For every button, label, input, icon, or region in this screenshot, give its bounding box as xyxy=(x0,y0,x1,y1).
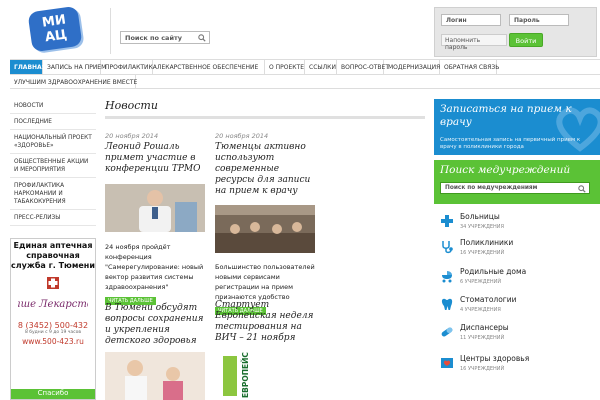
news-thumbnail-doctor[interactable] xyxy=(105,184,205,232)
secondary-nav: Улучшим здравоохранение вместе xyxy=(10,75,600,89)
nav-about[interactable]: О проекте xyxy=(265,60,305,74)
news-headline[interactable]: В Тюмени обсудят вопросы сохранения и ук… xyxy=(105,303,210,347)
remind-password-button[interactable]: Напомнить пароль xyxy=(441,34,507,51)
facility-search-title: Поиск медучреждений xyxy=(440,164,571,176)
ad-hours: 8 будни с 9 до 19 часов xyxy=(24,330,82,335)
nav-improve-healthcare[interactable]: Улучшим здравоохранение вместе xyxy=(10,75,137,88)
appointment-banner[interactable]: Записаться на прием к врачу Самостоятель… xyxy=(434,99,600,155)
category-health-centers[interactable]: Центры здоровья 16 учреждений xyxy=(440,354,600,384)
left-menu-public-events[interactable]: Общественные акции и мероприятия xyxy=(10,154,96,178)
pharmacy-ad-banner[interactable]: Единая аптечная справочная служба г. Тюм… xyxy=(10,238,96,400)
appointment-title: Записаться на прием к врачу xyxy=(440,103,572,128)
category-dispensaries[interactable]: Диспансеры 11 учреждений xyxy=(440,323,600,353)
tooth-icon xyxy=(441,298,453,310)
news-thumbnail-hiv-week[interactable]: ЕВРОПЕЙСКАЯ НЕДЕЛЯ ТЕСТИРОВАНИЯ НА ВИЧ xyxy=(215,352,315,400)
left-menu-press-releases[interactable]: Пресс-релизы xyxy=(10,210,96,226)
left-menu-national-project[interactable]: Национальный проект «Здоровье» xyxy=(10,130,96,154)
nav-links[interactable]: Ссылки xyxy=(305,60,337,74)
left-menu-latest[interactable]: Последние xyxy=(10,114,96,130)
news-headline[interactable]: Тюменцы активно используют современные р… xyxy=(215,142,317,197)
news-date: 20 ноября 2014 xyxy=(215,132,269,140)
header-divider xyxy=(110,8,111,54)
nav-faq[interactable]: Вопрос-ответ xyxy=(337,60,389,74)
news-headline[interactable]: Леонид Рошаль примет участие в конференц… xyxy=(105,142,210,175)
category-polyclinics[interactable]: Поликлиники 16 учреждений xyxy=(440,238,600,268)
category-maternity[interactable]: Родильные дома 6 учреждений xyxy=(440,267,600,297)
appointment-subtitle: Самостоятельная запись на первичный прие… xyxy=(440,137,581,150)
pharmacy-cross-icon: Ваше Лекарство xyxy=(11,277,95,310)
nav-drug-supply[interactable]: Лекарственное обеспечение xyxy=(153,60,265,74)
password-input[interactable]: Пароль xyxy=(509,14,569,26)
news-thumbnail-meeting[interactable] xyxy=(215,205,315,253)
news-section-title: Новости xyxy=(105,99,158,112)
ad-phone: 8 (3452) 500-432 xyxy=(17,321,89,330)
news-divider xyxy=(105,116,425,119)
pharmacy-logo: Ваше Лекарство xyxy=(11,275,95,315)
news-date: 20 ноября 2014 xyxy=(105,132,159,140)
news-text: 24 ноября пройдёт конференция "Самерегул… xyxy=(105,243,204,291)
nav-home[interactable]: Главная xyxy=(10,60,46,74)
facility-search-panel: Поиск медучреждений Поиск по медучрежден… xyxy=(434,160,600,204)
left-menu-drug-prevention[interactable]: Профилактика наркомании и табакокурения xyxy=(10,178,96,210)
login-button[interactable]: Войти xyxy=(509,33,543,47)
news-text: Большинство пользователей новыми сервиса… xyxy=(215,263,315,301)
login-panel: Логин Пароль Напомнить пароль Войти xyxy=(434,7,597,57)
hospital-cross-icon xyxy=(441,215,453,227)
ad-bottom-strip: Спасибо xyxy=(11,389,95,399)
search-icon[interactable] xyxy=(578,185,586,193)
stethoscope-icon xyxy=(442,241,453,254)
ad-title: Единая аптечная справочная служба г. Тюм… xyxy=(11,241,95,270)
ad-site: www.500-423.ru xyxy=(22,337,84,346)
svg-text:ЕВРОПЕЙСКАЯ НЕДЕЛЯ ТЕСТИРОВАНИ: ЕВРОПЕЙСКАЯ НЕДЕЛЯ ТЕСТИРОВАНИЯ НА ВИЧ xyxy=(241,352,250,398)
nav-prevention[interactable]: Профилактика xyxy=(101,60,157,74)
pill-icon xyxy=(441,327,453,337)
news-thumbnail-children[interactable] xyxy=(105,352,205,400)
login-input[interactable]: Логин xyxy=(441,14,501,26)
svg-text:Ваше Лекарство: Ваше Лекарство xyxy=(18,299,88,310)
nav-feedback[interactable]: Обратная связь xyxy=(440,60,499,74)
nav-modernization[interactable]: Модернизация xyxy=(384,60,440,74)
main-nav: Главная Запись на прием Профилактика Лек… xyxy=(10,59,600,75)
miac-logo[interactable]: МИ АЦ xyxy=(27,5,83,53)
site-search-input[interactable]: Поиск по сайту xyxy=(120,31,210,44)
search-icon[interactable] xyxy=(198,34,206,42)
left-menu: Новости Последние Национальный проект «З… xyxy=(10,98,96,226)
category-dentistry[interactable]: Стоматологии 4 учреждения xyxy=(440,295,600,325)
facility-search-input[interactable]: Поиск по медучреждениям xyxy=(440,182,590,194)
nav-appointment[interactable]: Запись на прием xyxy=(43,60,106,74)
heart-book-icon xyxy=(441,358,453,368)
baby-carriage-icon xyxy=(442,271,452,283)
left-menu-news[interactable]: Новости xyxy=(10,98,96,114)
news-headline[interactable]: Стартует Европейская неделя тестирования… xyxy=(215,300,317,344)
